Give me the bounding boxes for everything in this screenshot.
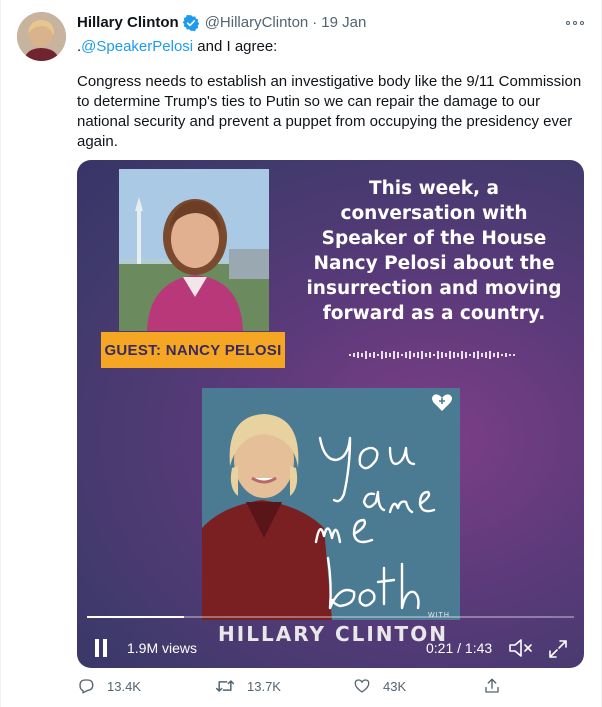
tweet-header: Hillary Clinton @HillaryClinton · 19 Jan	[77, 13, 366, 33]
avatar[interactable]	[17, 12, 66, 61]
reply-line: .@SpeakerPelosi and I agree:	[77, 37, 277, 57]
like-button[interactable]: 43K	[353, 677, 406, 695]
mute-icon[interactable]	[507, 637, 533, 659]
tweet-body: Congress needs to establish an investiga…	[77, 73, 582, 150]
cover-title-script	[314, 436, 436, 610]
share-icon	[485, 678, 499, 693]
video-player[interactable]: GUEST: NANCY PELOSI This week, a convers…	[77, 160, 584, 668]
promo-text: This week, a conversation with Speaker o…	[306, 178, 562, 324]
guest-photo	[119, 169, 269, 331]
author-name[interactable]: Hillary Clinton	[77, 13, 179, 33]
guest-label: GUEST: NANCY PELOSI	[101, 332, 285, 368]
share-button[interactable]	[483, 677, 513, 695]
tweet[interactable]: Hillary Clinton @HillaryClinton · 19 Jan…	[0, 0, 602, 707]
tweet-date[interactable]: 19 Jan	[321, 13, 366, 33]
more-icon[interactable]	[566, 17, 584, 29]
pause-icon[interactable]	[94, 639, 108, 657]
fullscreen-icon[interactable]	[547, 638, 569, 660]
like-count: 43K	[383, 678, 407, 694]
retweet-count: 13.7K	[247, 678, 281, 694]
mention-link[interactable]: @SpeakerPelosi	[81, 38, 193, 55]
author-handle[interactable]: @HillaryClinton	[205, 13, 309, 33]
reply-rest: and I agree:	[193, 38, 278, 55]
retweet-button[interactable]: 13.7K	[215, 677, 281, 695]
like-icon	[354, 679, 370, 693]
separator: ·	[312, 14, 318, 31]
video-controls: 1.9M views 0:21 / 1:43	[77, 630, 584, 668]
tweet-actions: 13.4K 13.7K 43K	[77, 677, 517, 701]
audio-waveform	[349, 351, 515, 359]
video-time: 0:21 / 1:43	[426, 640, 493, 656]
video-progress-fill	[87, 616, 185, 618]
podcast-cover	[202, 388, 460, 620]
view-count: 1.9M views	[127, 640, 198, 656]
retweet-icon	[215, 680, 235, 692]
reply-count: 13.4K	[107, 678, 141, 694]
verified-badge-icon	[182, 14, 200, 32]
reply-icon	[79, 679, 94, 694]
video-progress-bar[interactable]	[87, 616, 574, 618]
reply-button[interactable]: 13.4K	[77, 677, 141, 695]
